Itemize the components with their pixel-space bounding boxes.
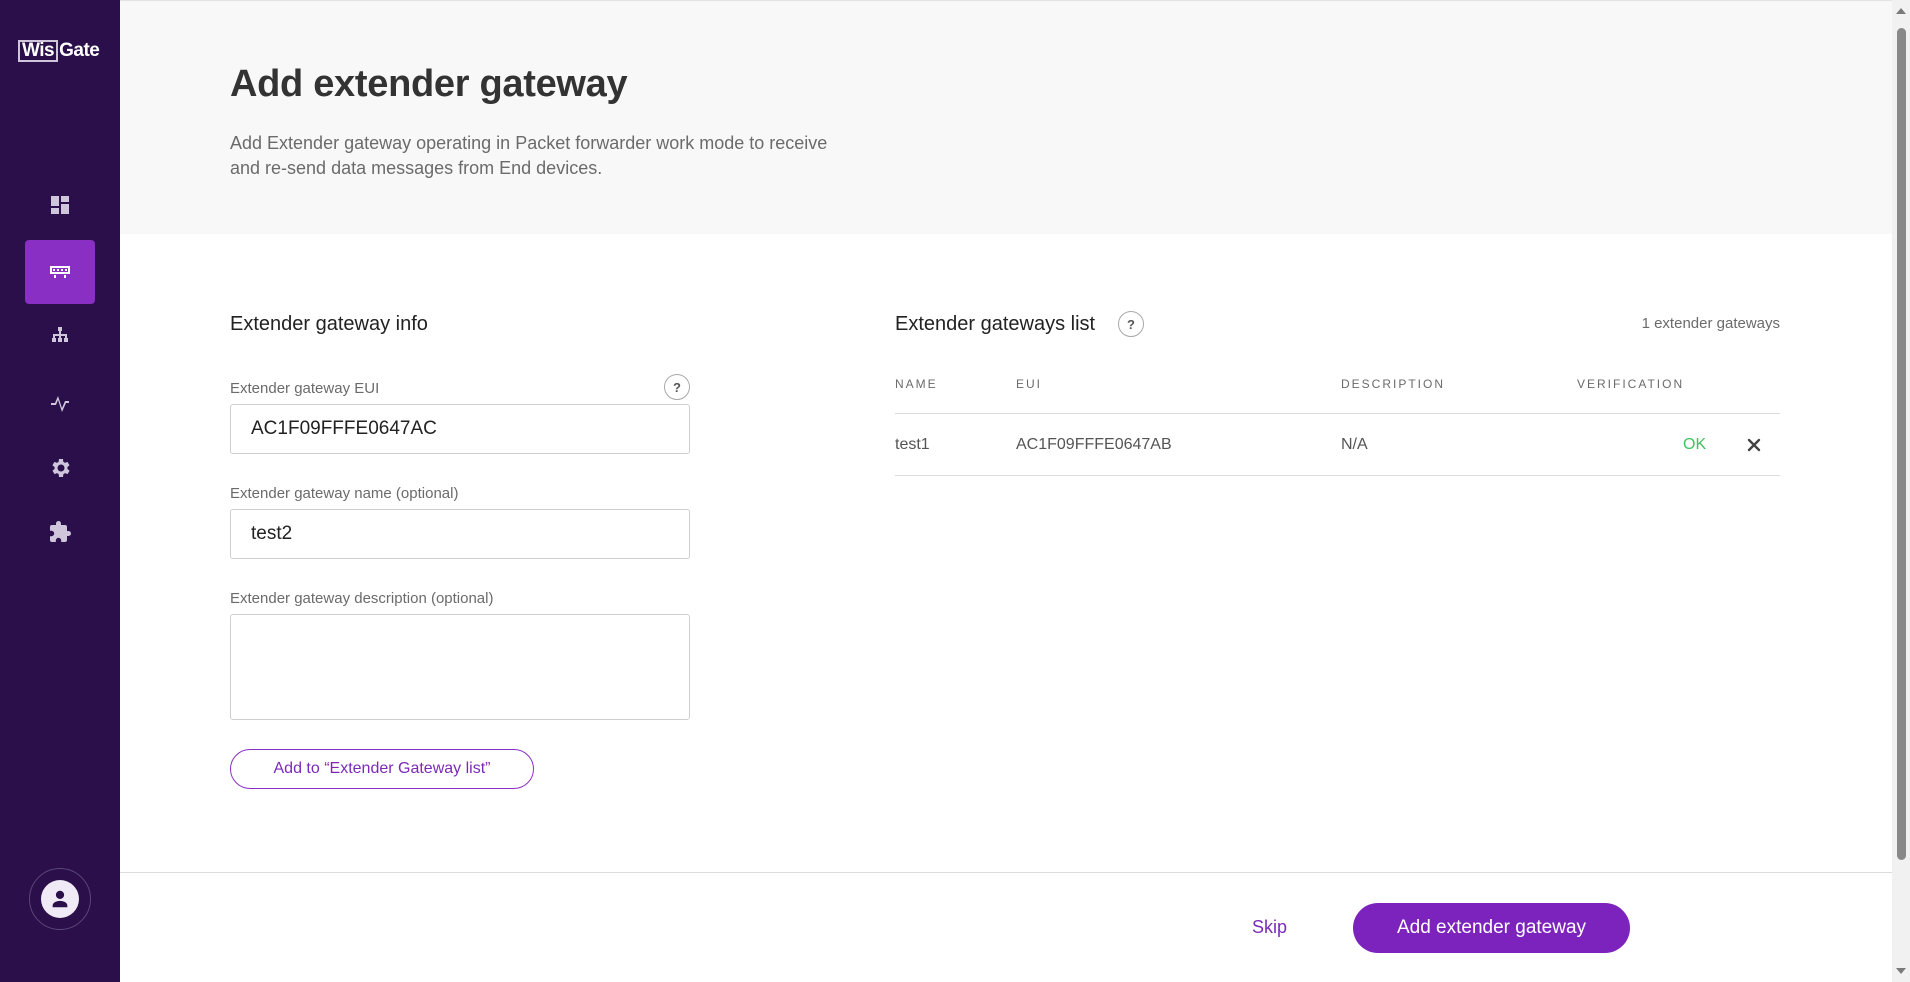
name-label: Extender gateway name (optional): [230, 485, 459, 502]
eui-label: Extender gateway EUI: [230, 380, 380, 397]
extension-icon: [50, 521, 71, 542]
scroll-up-icon[interactable]: [1896, 8, 1906, 14]
logo-text: Gate: [59, 40, 100, 61]
list-section-title: Extender gateways list: [895, 313, 1096, 335]
sidebar-item-settings[interactable]: [25, 436, 95, 500]
description-label: Extender gateway description (optional): [230, 590, 494, 607]
form-section-title: Extender gateway info: [230, 313, 428, 335]
avatar: [41, 880, 79, 918]
dashboard-icon: [51, 196, 69, 214]
name-input[interactable]: [230, 509, 690, 559]
column-header-eui: EUI: [1016, 377, 1043, 391]
page-title: Add extender gateway: [230, 63, 628, 105]
footer-divider: [120, 872, 1892, 873]
user-icon: [52, 890, 68, 908]
column-header-name: NAME: [895, 377, 938, 391]
scroll-down-icon[interactable]: [1896, 968, 1906, 974]
skip-link[interactable]: Skip: [1252, 917, 1287, 938]
description-textarea[interactable]: [230, 614, 690, 720]
column-header-description: DESCRIPTION: [1341, 377, 1446, 391]
scroll-thumb[interactable]: [1897, 28, 1906, 860]
gateway-icon: [50, 266, 70, 278]
eui-help-icon[interactable]: ?: [664, 374, 690, 400]
wisgate-logo[interactable]: Wis Gate: [18, 40, 100, 62]
sidebar-item-network[interactable]: [25, 304, 95, 368]
activity-icon: [51, 396, 69, 412]
network-icon: [52, 327, 68, 342]
sidebar-item-activity[interactable]: [25, 370, 95, 434]
page-scrollbar[interactable]: [1892, 0, 1910, 982]
add-extender-gateway-button[interactable]: Add extender gateway: [1353, 903, 1630, 953]
row-verification-status: OK: [1683, 436, 1707, 453]
row-name: test1: [895, 436, 930, 453]
table-header-divider: [895, 413, 1780, 414]
sidebar-item-extensions[interactable]: [25, 500, 95, 564]
column-header-verification: VERIFICATION: [1577, 377, 1685, 391]
add-to-list-button[interactable]: Add to “Extender Gateway list”: [230, 749, 534, 789]
gear-icon: [52, 459, 70, 477]
profile-button[interactable]: [29, 868, 91, 930]
page-subtitle: Add Extender gateway operating in Packet…: [230, 133, 828, 178]
table-row-divider: [895, 475, 1780, 476]
row-eui: AC1F09FFFE0647AB: [1016, 436, 1172, 453]
sidebar-item-dashboard[interactable]: [25, 173, 95, 237]
gateway-count: 1 extender gateways: [1641, 315, 1780, 332]
close-icon: [1747, 438, 1761, 452]
list-help-icon[interactable]: ?: [1118, 311, 1144, 337]
eui-input[interactable]: [230, 404, 690, 454]
page-header: Add extender gateway Add Extender gatewa…: [120, 0, 1892, 234]
row-description: N/A: [1341, 436, 1368, 453]
remove-row-button[interactable]: [1742, 433, 1766, 457]
sidebar-item-gateways[interactable]: [25, 240, 95, 304]
logo-box-text: Wis: [18, 40, 59, 62]
sidebar: Wis Gate: [0, 0, 120, 982]
